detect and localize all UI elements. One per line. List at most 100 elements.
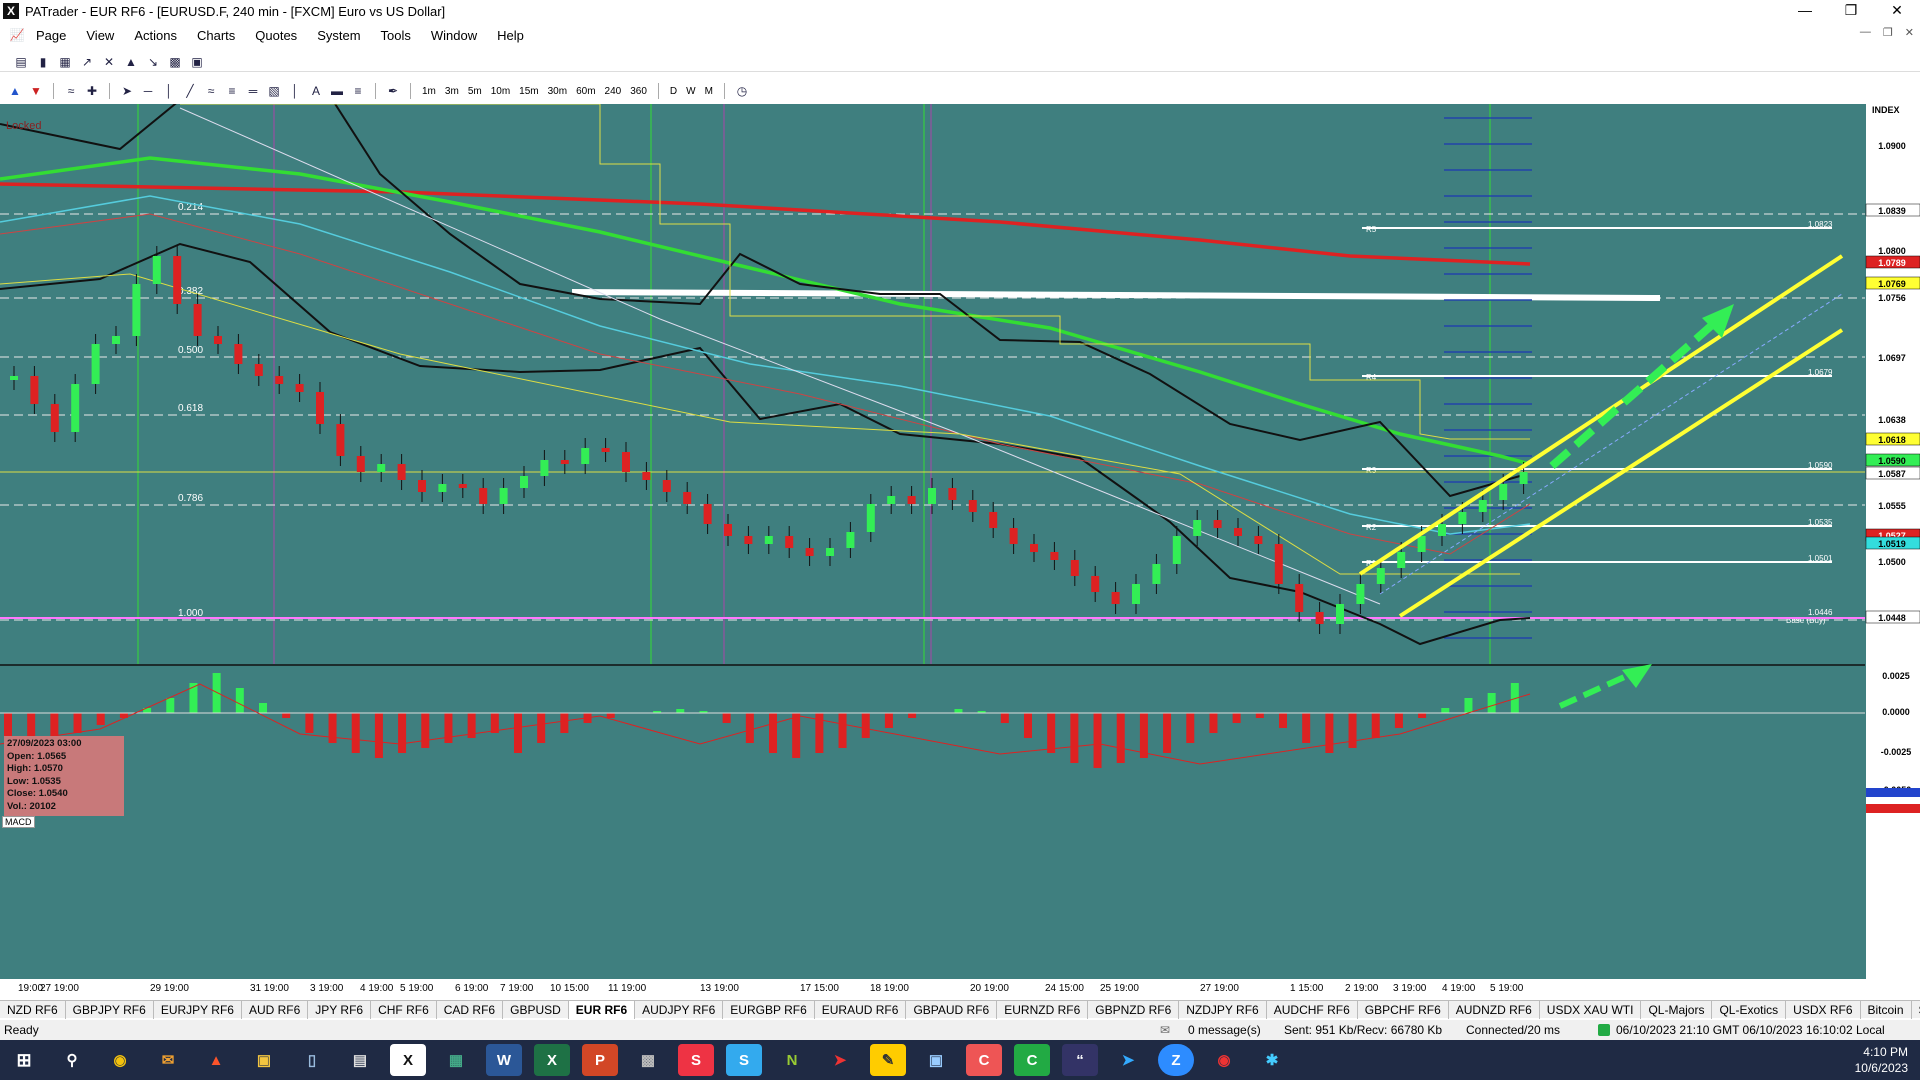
menu-actions[interactable]: Actions [124, 28, 187, 43]
app-icon-5[interactable]: S [726, 1044, 762, 1076]
chrome-icon[interactable]: ◉ [102, 1044, 138, 1076]
vline-icon[interactable]: │ [160, 82, 178, 100]
sticky-notes-icon[interactable]: ✎ [870, 1044, 906, 1076]
symbol-tab[interactable]: NZDJPY RF6 [1179, 1000, 1267, 1019]
tf-m[interactable]: M [702, 86, 716, 97]
channel-icon[interactable]: ═ [244, 82, 262, 100]
excel-icon[interactable]: X [534, 1044, 570, 1076]
price-chart[interactable]: INDEX 0.214 0.382 0.500 0.618 0.786 1.000 R5 1.0… [0, 104, 1920, 996]
start-icon[interactable]: ⊞ [6, 1044, 42, 1076]
telegram-icon[interactable]: ➤ [1110, 1044, 1146, 1076]
brave-icon[interactable]: ▲ [198, 1044, 234, 1076]
minimize-button[interactable]: — [1782, 0, 1828, 22]
symbol-tab[interactable]: GBPAUD RF6 [906, 1000, 998, 1019]
child-restore-button[interactable]: ❐ [1883, 26, 1893, 39]
symbol-tab[interactable]: SP500 [1912, 1001, 1920, 1019]
calculator-icon[interactable]: ▦ [438, 1044, 474, 1076]
trendline-icon[interactable]: ╱ [181, 82, 199, 100]
symbol-tab[interactable]: Bitcoin [1861, 1000, 1912, 1019]
symbol-tab[interactable]: QL-Exotics [1712, 1000, 1787, 1019]
menu-page[interactable]: Page [26, 28, 76, 43]
volume-chart-icon[interactable]: ▩ [166, 53, 184, 71]
tf-10m[interactable]: 10m [488, 86, 513, 97]
symbol-tab[interactable]: EURGBP RF6 [723, 1000, 815, 1019]
symbol-tab[interactable]: AUD RF6 [242, 1000, 309, 1019]
renko-chart-icon[interactable]: ▣ [188, 53, 206, 71]
bar-chart-icon[interactable]: ▤ [12, 53, 30, 71]
gann-icon[interactable]: ▧ [265, 82, 283, 100]
app-icon-9[interactable]: C [966, 1044, 1002, 1076]
child-close-button[interactable]: ✕ [1905, 26, 1914, 39]
menu-charts[interactable]: Charts [187, 28, 245, 43]
regression-icon[interactable]: ≡ [349, 82, 367, 100]
tf-360[interactable]: 360 [627, 86, 650, 97]
mail-app-icon[interactable]: ✉ [150, 1044, 186, 1076]
close-button[interactable]: ✕ [1874, 0, 1920, 22]
symbol-tab[interactable]: EURJPY RF6 [154, 1000, 242, 1019]
tf-240[interactable]: 240 [602, 86, 625, 97]
app-icon-10[interactable]: C [1014, 1044, 1050, 1076]
symbol-tab[interactable]: JPY RF6 [308, 1000, 372, 1019]
symbol-tab[interactable]: GBPJPY RF6 [66, 1000, 154, 1019]
app-icon-12[interactable]: ◉ [1206, 1044, 1242, 1076]
hline-icon[interactable]: ─ [139, 82, 157, 100]
symbol-tab[interactable]: USDX RF6 [1786, 1000, 1861, 1019]
tf-15m[interactable]: 15m [516, 86, 541, 97]
folder-icon[interactable]: ▣ [246, 1044, 282, 1076]
clock-icon[interactable]: ◷ [733, 82, 751, 100]
candle-chart-icon[interactable]: ▮ [34, 53, 52, 71]
app-icon-11[interactable]: “ [1062, 1044, 1098, 1076]
pen-icon[interactable]: ✒ [384, 82, 402, 100]
pitchfork-icon[interactable]: ▬ [328, 82, 346, 100]
symbol-tab[interactable]: NZD RF6 [0, 1000, 66, 1019]
tf-60m[interactable]: 60m [573, 86, 598, 97]
word-icon[interactable]: W [486, 1044, 522, 1076]
tf-w[interactable]: W [683, 86, 698, 97]
line-chart-icon[interactable]: ↗ [78, 53, 96, 71]
symbol-tab[interactable]: GBPCHF RF6 [1358, 1000, 1449, 1019]
app-icon-7[interactable]: ➤ [822, 1044, 858, 1076]
chart-app-icon[interactable]: ▤ [342, 1044, 378, 1076]
tf-30m[interactable]: 30m [545, 86, 570, 97]
hlc-chart-icon[interactable]: ▦ [56, 53, 74, 71]
app-icon-8[interactable]: ▣ [918, 1044, 954, 1076]
zoom-icon[interactable]: Z [1158, 1044, 1194, 1076]
symbol-tab[interactable]: AUDJPY RF6 [635, 1000, 724, 1019]
maximize-button[interactable]: ❐ [1828, 0, 1874, 22]
patrader-icon[interactable]: X [390, 1044, 426, 1076]
text-icon[interactable]: A [307, 82, 325, 100]
pf-chart-icon[interactable]: ✕ [100, 53, 118, 71]
search-icon[interactable]: ⚲ [54, 1044, 90, 1076]
tf-1m[interactable]: 1m [419, 86, 439, 97]
menu-tools[interactable]: Tools [371, 28, 421, 43]
symbol-tab[interactable]: USDX XAU WTI [1540, 1000, 1642, 1019]
menu-view[interactable]: View [76, 28, 124, 43]
indicator-icon[interactable]: ≈ [62, 82, 80, 100]
crosshair-icon[interactable]: ✚ [83, 82, 101, 100]
symbol-tab[interactable]: EUR RF6 [568, 1000, 636, 1019]
tf-d[interactable]: D [667, 86, 680, 97]
pointer-icon[interactable]: ➤ [118, 82, 136, 100]
fan-icon[interactable]: ≈ [202, 82, 220, 100]
chart-canvas[interactable]: INDEX0.2140.3820.5000.6180.7861.000R51.0… [0, 104, 1920, 996]
app-icon-2[interactable]: ▯ [294, 1044, 330, 1076]
menu-quotes[interactable]: Quotes [245, 28, 307, 43]
fib-icon[interactable]: ≡ [223, 82, 241, 100]
tf-3m[interactable]: 3m [442, 86, 462, 97]
swing-chart-icon[interactable]: ↘ [144, 53, 162, 71]
app-icon-6[interactable]: N [774, 1044, 810, 1076]
symbol-tab[interactable]: CHF RF6 [371, 1000, 437, 1019]
sell-icon[interactable]: ▼ [27, 82, 45, 100]
menu-system[interactable]: System [307, 28, 370, 43]
menu-window[interactable]: Window [421, 28, 487, 43]
buy-icon[interactable]: ▲ [6, 82, 24, 100]
symbol-tab[interactable]: GBPNZD RF6 [1088, 1000, 1180, 1019]
symbol-tab[interactable]: GBPUSD [503, 1000, 569, 1019]
app-icon-3[interactable]: ▩ [630, 1044, 666, 1076]
powerpoint-icon[interactable]: P [582, 1044, 618, 1076]
app-icon-4[interactable]: S [678, 1044, 714, 1076]
symbol-tab[interactable]: AUDCHF RF6 [1267, 1000, 1358, 1019]
symbol-tab[interactable]: AUDNZD RF6 [1449, 1000, 1540, 1019]
tf-5m[interactable]: 5m [465, 86, 485, 97]
symbol-tab[interactable]: EURNZD RF6 [997, 1000, 1089, 1019]
